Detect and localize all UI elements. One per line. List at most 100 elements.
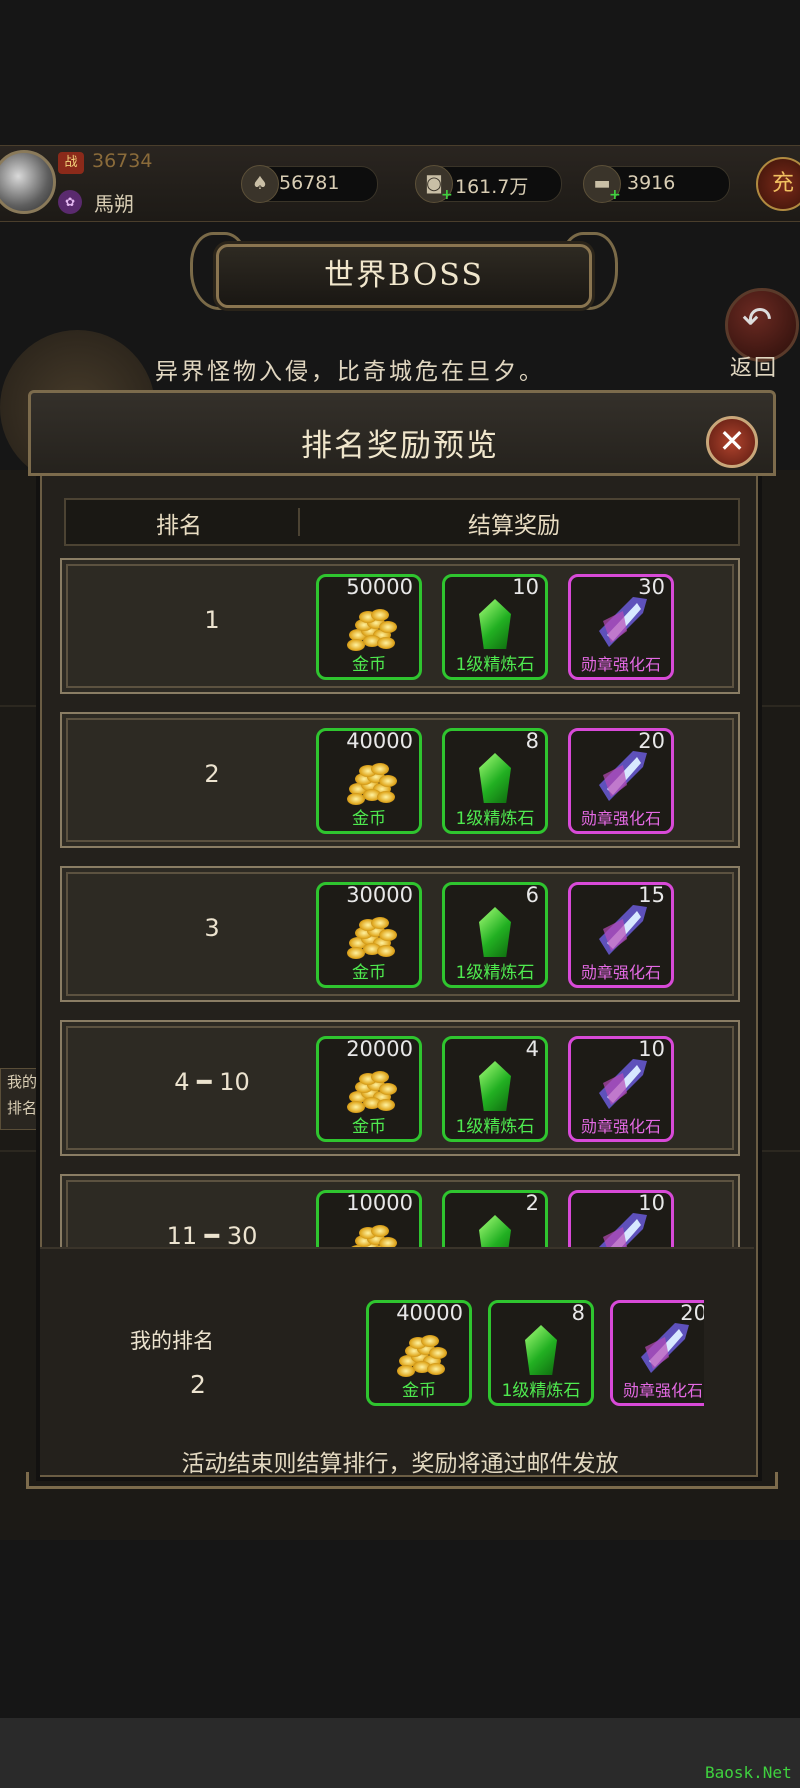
reward-count: 30000 [346,883,413,907]
reward-item[interactable]: 20 勋章强化石 [610,1300,704,1406]
refine-stone-icon [525,1325,557,1375]
reward-count: 40000 [346,729,413,753]
col-reward-label: 结算奖励 [468,513,560,539]
reward-item[interactable]: 10勋章强化石 [568,1190,674,1247]
refine-stone-icon [479,1215,511,1247]
add-gold-icon[interactable]: + [441,187,453,203]
rank-range: 2 [204,760,220,788]
watermark: Baosk.Net [705,1763,792,1782]
reward-item[interactable]: 8 1级精炼石 [442,728,548,834]
my-rank-value: 2 [190,1370,206,1399]
reward-item[interactable]: 10勋章强化石 [568,1036,674,1142]
reward-count: 4 [525,1037,539,1061]
reward-name: 勋章强化石 [580,655,661,674]
power-badge-icon: 战 [58,152,84,174]
rank-row: 11 ━ 30 10000金币 21级精炼石 10勋章强化石 [60,1174,740,1247]
gold-coins-icon [395,1333,447,1377]
resource-value: 3916 [627,172,676,194]
refine-stone-icon [479,753,511,803]
rank-row: 2 40000 金币 8 1级精炼石 20 勋章强化石 [60,712,740,848]
modal-frame-bottom [26,1472,778,1489]
column-header: 排名 结算奖励 [64,498,740,546]
col-separator [298,508,300,536]
reward-item[interactable]: 21级精炼石 [442,1190,548,1247]
gold-coins-icon [345,761,397,805]
rank-row: 4 ━ 10 20000 金币 4 1级精炼石 10 勋章强化石 [60,1020,740,1156]
reward-item[interactable]: 20 勋章强化石 [568,728,674,834]
reward-count: 10 [512,575,539,599]
gold-coins-icon [345,1069,397,1113]
reward-name: 勋章强化石 [580,963,661,982]
reward-name: 1级精炼石 [455,809,535,829]
reward-item[interactable]: 30000 金币 [316,882,422,988]
medal-stone-icon [599,1213,647,1247]
reward-item[interactable]: 6 1级精炼石 [442,882,548,988]
reward-count: 8 [525,729,539,753]
resource-gold[interactable]: ◙ + 161.7万 [415,165,562,203]
medal-stone-icon [599,905,647,955]
reward-name: 1级精炼石 [501,1381,581,1401]
medal-stone-icon [599,751,647,801]
rank-range: 11 ━ 30 [166,1222,258,1247]
reward-name: 勋章强化石 [580,1117,661,1136]
rank-range: 4 ━ 10 [174,1068,250,1096]
page-subtitle: 异界怪物入侵，比奇城危在旦夕。 [155,359,545,385]
close-button[interactable]: ✕ [706,416,758,468]
resource-stamina[interactable]: ♠ 56781 [241,165,378,203]
medal-stone-icon [599,1059,647,1109]
side-my-rank-button[interactable]: 我的排名 [0,1068,44,1130]
reward-count: 8 [571,1301,585,1325]
resource-value: 56781 [279,172,340,194]
rank-range: 1 [204,606,220,634]
reward-item[interactable]: 50000 金币 [316,574,422,680]
reward-name: 勋章强化石 [622,1381,703,1400]
modal-title: 排名奖励预览 [301,428,499,464]
medal-stone-icon [599,597,647,647]
reward-item[interactable]: 20000 金币 [316,1036,422,1142]
power-value: 36734 [92,150,153,172]
reward-name: 金币 [352,963,386,983]
col-rank-label: 排名 [156,513,202,539]
resource-ingot[interactable]: ▬ + 3916 [583,165,730,203]
gold-coins-icon [345,915,397,959]
reward-name: 勋章强化石 [580,809,661,828]
reward-item[interactable]: 4 1级精炼石 [442,1036,548,1142]
reward-item[interactable]: 15 勋章强化石 [568,882,674,988]
add-ingot-icon[interactable]: + [609,187,621,203]
system-nav-bar [0,1718,800,1788]
rank-row: 1 50000 金币 10 1级精炼石 30 勋章强化石 [60,558,740,694]
back-label[interactable]: 返回 [730,350,778,382]
spade-icon: ♠ [241,165,279,203]
player-name: 馬朔 [94,192,134,216]
my-reward-items: 40000 金币 8 1级精炼石 20 勋章强化石 [366,1296,704,1412]
refine-stone-icon [479,1061,511,1111]
reward-item[interactable]: 10000金币 [316,1190,422,1247]
reward-item[interactable]: 40000 金币 [316,728,422,834]
reward-name: 1级精炼石 [455,963,535,983]
page-title: 世界BOSS [216,244,592,308]
title-icon: ✿ [58,190,82,214]
reward-count: 50000 [346,575,413,599]
reward-list[interactable]: 1 50000 金币 10 1级精炼石 30 勋章强化石 2 40000 金币 8 1级精炼石 20 勋章… [40,552,760,1247]
resource-value: 161.7万 [455,176,529,198]
reward-name: 1级精炼石 [455,655,535,675]
reward-name: 金币 [402,1381,436,1401]
reward-item[interactable]: 10 1级精炼石 [442,574,548,680]
refine-stone-icon [479,599,511,649]
reward-name: 金币 [352,655,386,675]
reward-count: 10000 [346,1191,413,1215]
reward-name: 1级精炼石 [455,1117,535,1137]
reward-count: 40000 [396,1301,463,1325]
reward-name: 金币 [352,809,386,829]
reward-item[interactable]: 40000 金币 [366,1300,472,1406]
reward-count: 2 [525,1191,539,1215]
reward-item[interactable]: 8 1级精炼石 [488,1300,594,1406]
reward-count: 20000 [346,1037,413,1061]
reward-name: 金币 [352,1117,386,1137]
gold-coins-icon [345,607,397,651]
back-arrow-icon: ↶ [742,300,773,341]
medal-stone-icon [641,1323,689,1373]
reward-item[interactable]: 30 勋章强化石 [568,574,674,680]
my-rank-label: 我的排名 [130,1329,214,1353]
reward-count: 6 [525,883,539,907]
